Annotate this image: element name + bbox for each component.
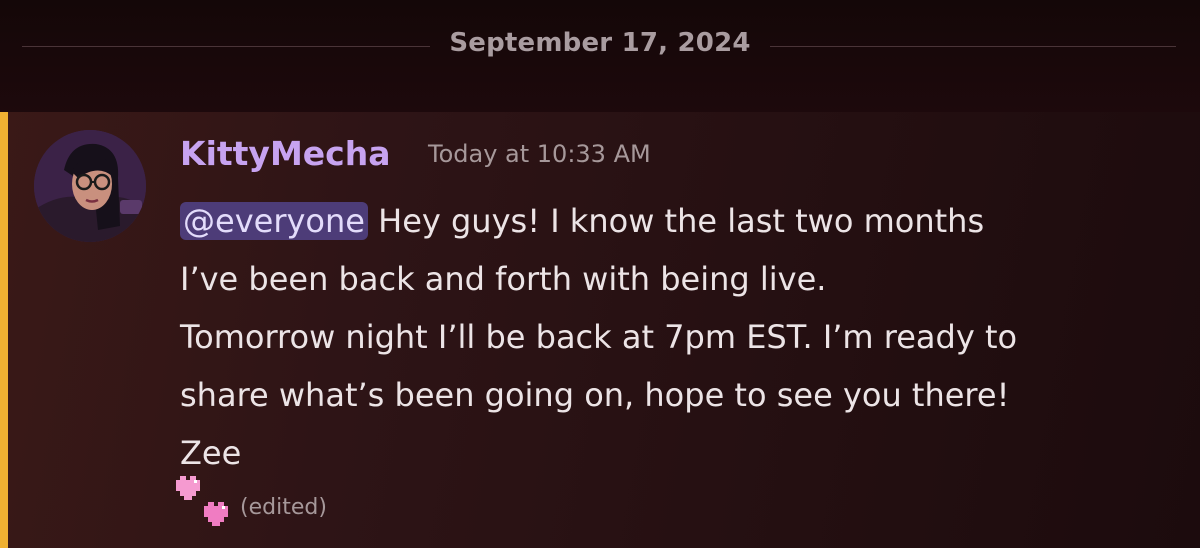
edited-label: (edited) <box>240 495 327 520</box>
message-line-1: @everyone Hey guys! I know the last two … <box>180 192 1180 250</box>
chat-message[interactable]: KittyMecha Today at 10:33 AM @everyone H… <box>0 112 1200 548</box>
message-timestamp: Today at 10:33 AM <box>428 140 651 168</box>
message-line-4: share what’s been going on, hope to see … <box>180 376 1010 414</box>
avatar-image <box>34 130 146 242</box>
divider-line-left <box>22 46 430 47</box>
message-line-5: Zee <box>180 434 242 472</box>
pink-hearts-icon <box>176 472 236 528</box>
message-author[interactable]: KittyMecha <box>180 134 391 173</box>
message-line-3: Tomorrow night I’ll be back at 7pm EST. … <box>180 318 1018 356</box>
date-divider-label: September 17, 2024 <box>449 28 751 58</box>
message-content: @everyone Hey guys! I know the last two … <box>180 192 1180 482</box>
everyone-mention[interactable]: @everyone <box>180 202 368 240</box>
divider-line-right <box>770 46 1176 47</box>
date-divider: September 17, 2024 <box>0 0 1200 112</box>
avatar[interactable] <box>34 130 146 242</box>
message-line-2: I’ve been back and forth with being live… <box>180 260 827 298</box>
message-line-1-text: Hey guys! I know the last two months <box>367 202 985 240</box>
mention-highlight-bar <box>0 112 8 548</box>
